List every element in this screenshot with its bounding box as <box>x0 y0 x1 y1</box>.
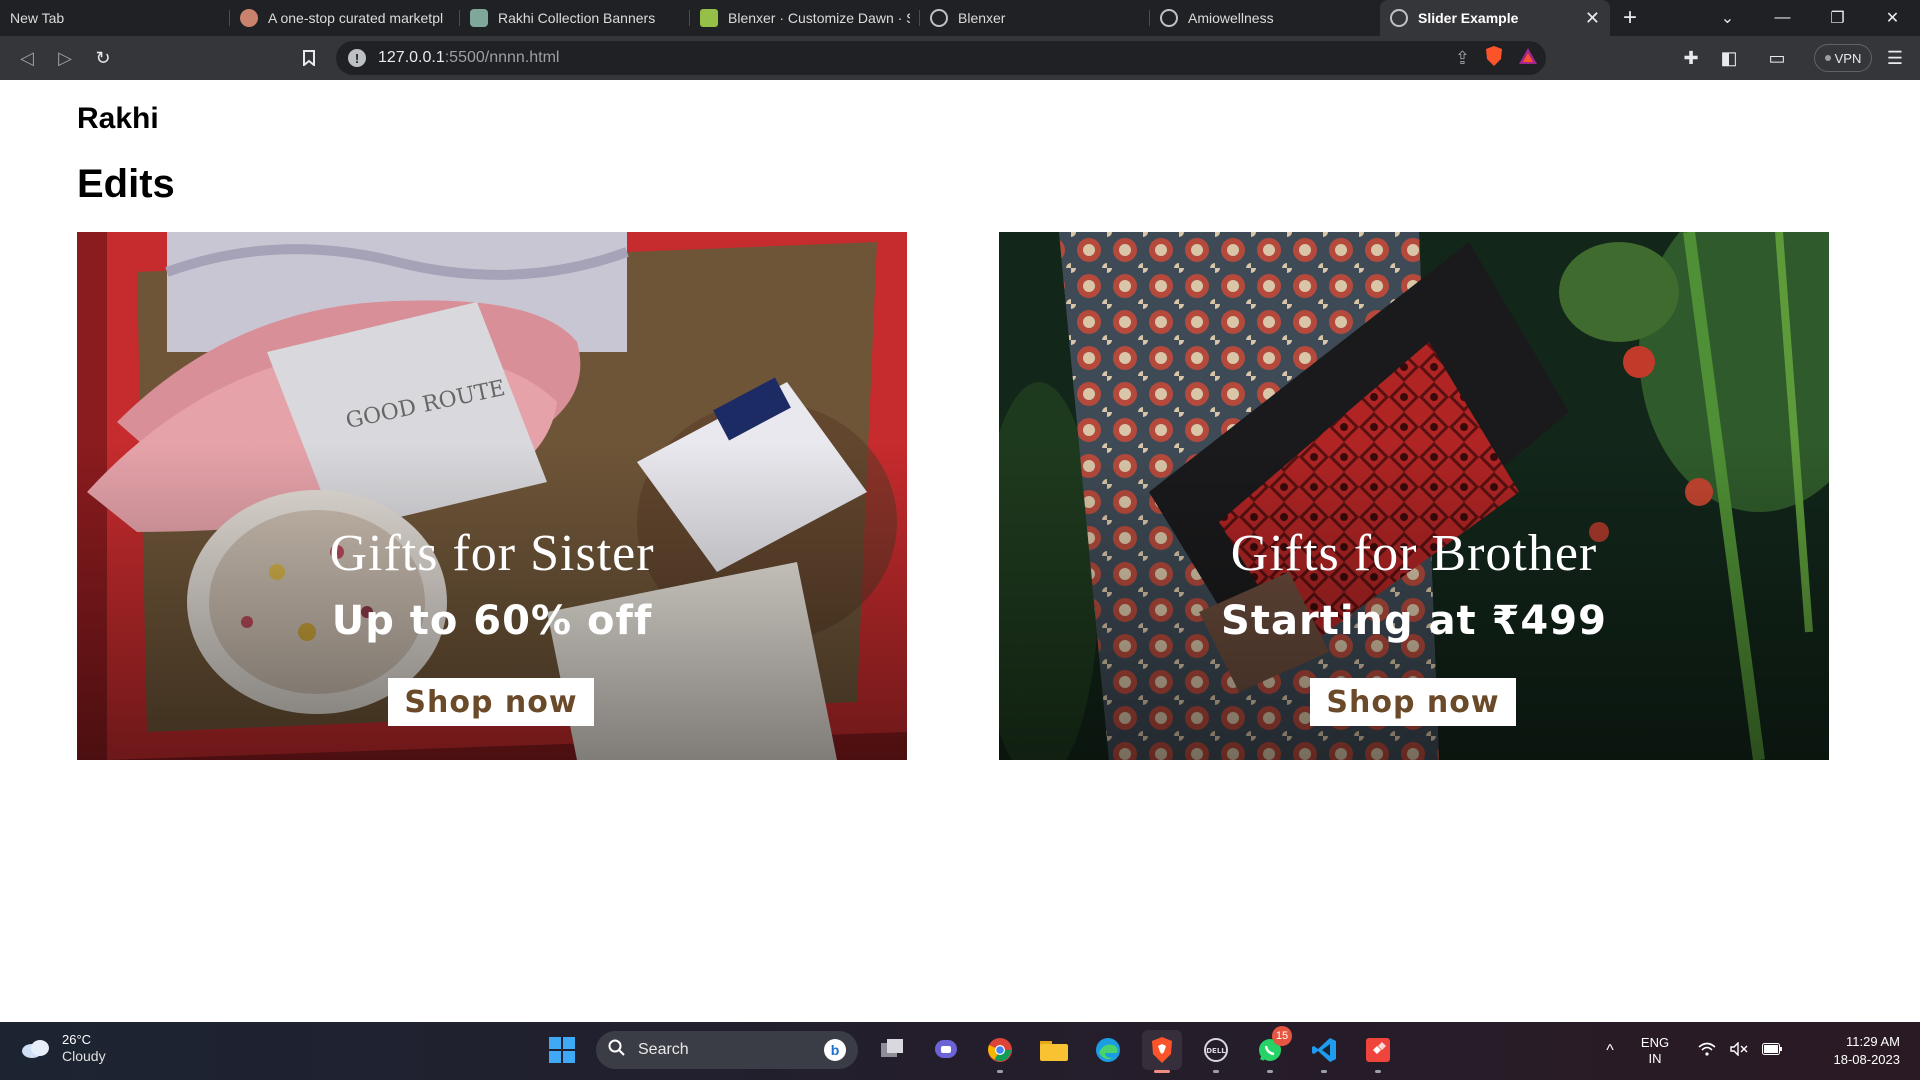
banner-gifts-sister[interactable]: GOOD ROUTE Gifts for Sister Up to 60% of… <box>77 232 907 760</box>
weather-condition: Cloudy <box>62 1048 106 1064</box>
language-indicator[interactable]: ENG IN <box>1630 1035 1680 1067</box>
tab-rakhi-banners[interactable]: Rakhi Collection Banners <box>460 0 690 36</box>
new-tab-button[interactable]: + <box>1610 0 1650 36</box>
weather-widget[interactable]: 26°C Cloudy <box>20 1032 106 1064</box>
forward-icon[interactable]: ▷ <box>46 40 84 76</box>
tab-amiowellness[interactable]: Amiowellness <box>1150 0 1380 36</box>
brave-rewards-icon[interactable] <box>1518 47 1538 70</box>
volume-muted-icon <box>1730 1041 1748 1060</box>
banner-heading: Gifts for Brother <box>1230 525 1598 582</box>
marketplace-favicon-icon <box>240 9 258 27</box>
vpn-label: VPN <box>1834 50 1862 66</box>
running-indicator <box>1213 1070 1219 1073</box>
page-content: Rakhi Edits GOOD ROUTE Gif <box>0 80 1920 1022</box>
taskbar-search[interactable]: Search b <box>596 1031 858 1069</box>
banner-subheading: Up to 60% off <box>331 598 653 644</box>
chrome-icon[interactable] <box>980 1030 1020 1073</box>
bing-icon[interactable]: b <box>824 1039 846 1061</box>
taskbar-apps: Search b DELL 15 <box>542 1026 1398 1073</box>
tab-search-chevron-icon[interactable]: ⌄ <box>1700 8 1755 28</box>
banner-subheading: Starting at ₹499 <box>1221 598 1607 644</box>
battery-icon <box>1762 1042 1782 1060</box>
restore-icon[interactable]: ❐ <box>1810 8 1865 28</box>
brave-shields-icon[interactable] <box>1484 45 1504 72</box>
running-indicator <box>1321 1070 1327 1073</box>
url-host: 127.0.0.1 <box>378 49 445 66</box>
clock-time: 11:29 AM <box>1846 1034 1900 1049</box>
edge-icon[interactable] <box>1088 1030 1128 1070</box>
windows-taskbar: 26°C Cloudy Search b DELL 15 ^ ENG IN 11… <box>0 1022 1920 1080</box>
shop-now-button[interactable]: Shop now <box>1310 678 1516 726</box>
task-view-icon[interactable] <box>872 1030 912 1070</box>
banner-heading: Gifts for Sister <box>329 525 655 582</box>
shop-now-button[interactable]: Shop now <box>388 678 594 726</box>
url-path: :5500/nnnn.html <box>444 49 560 66</box>
back-icon[interactable]: ◁ <box>8 40 46 76</box>
tab-marketplace[interactable]: A one-stop curated marketpl <box>230 0 460 36</box>
whatsapp-icon[interactable]: 15 <box>1250 1026 1292 1073</box>
reload-icon[interactable]: ↻ <box>84 40 122 76</box>
banner-gifts-brother[interactable]: Gifts for Brother Starting at ₹499 Shop … <box>999 232 1829 760</box>
brave-browser-icon[interactable] <box>1142 1030 1182 1073</box>
globe-icon <box>1160 9 1178 27</box>
search-icon <box>608 1039 626 1062</box>
browser-toolbar: ◁ ▷ ↻ ! 127.0.0.1:5500/nnnn.html ⇪ ✚ ◧ ▭… <box>0 36 1920 80</box>
tab-title: New Tab <box>10 10 65 26</box>
brand-title: Rakhi <box>77 102 159 135</box>
vpn-status-icon <box>1824 55 1831 61</box>
tab-new-tab[interactable]: New Tab <box>0 0 230 36</box>
system-tray: ^ ENG IN 11:29 AM 18-08-2023 <box>1590 1022 1920 1080</box>
tab-blenxer[interactable]: Blenxer <box>920 0 1150 36</box>
cloud-icon <box>22 1040 49 1058</box>
running-indicator <box>1154 1070 1170 1073</box>
wallet-icon[interactable]: ▭ <box>1758 40 1796 76</box>
running-indicator <box>1267 1070 1273 1073</box>
address-bar[interactable]: ! 127.0.0.1:5500/nnnn.html ⇪ <box>336 41 1546 75</box>
site-info-icon[interactable]: ! <box>348 49 366 67</box>
running-indicator <box>997 1070 1003 1073</box>
clock[interactable]: 11:29 AM 18-08-2023 <box>1800 1033 1901 1069</box>
file-explorer-icon[interactable] <box>1034 1030 1074 1070</box>
windows-start-icon[interactable] <box>542 1030 582 1070</box>
tab-slider-example[interactable]: Slider Example ✕ <box>1380 0 1610 36</box>
tab-title: A one-stop curated marketpl <box>268 10 444 26</box>
tab-title: Blenxer · Customize Dawn · S <box>728 10 910 26</box>
window-controls: ⌄ — ❐ ✕ <box>1700 0 1920 36</box>
language-code: ENG <box>1640 1035 1670 1050</box>
tab-blenxer-customize[interactable]: Blenxer · Customize Dawn · S <box>690 0 920 36</box>
globe-icon <box>1390 9 1408 27</box>
language-region: IN <box>1648 1051 1662 1066</box>
browser-tab-bar: New Tab A one-stop curated marketpl Rakh… <box>0 0 1920 36</box>
weather-temperature: 26°C <box>62 1032 92 1047</box>
vpn-button[interactable]: VPN <box>1814 44 1872 72</box>
search-label: Search <box>638 1041 689 1058</box>
section-title: Edits <box>77 162 175 206</box>
tab-title: Amiowellness <box>1188 10 1274 26</box>
quick-settings[interactable] <box>1698 1041 1782 1060</box>
menu-icon[interactable]: ☰ <box>1876 40 1914 76</box>
show-hidden-icons-icon[interactable]: ^ <box>1590 1042 1630 1060</box>
running-indicator <box>1375 1070 1381 1073</box>
tab-title: Rakhi Collection Banners <box>498 10 656 26</box>
sidebar-icon[interactable]: ◧ <box>1710 40 1748 76</box>
close-tab-icon[interactable]: ✕ <box>1585 8 1600 29</box>
chatgpt-favicon-icon <box>470 9 488 27</box>
close-window-icon[interactable]: ✕ <box>1865 8 1920 28</box>
shopify-favicon-icon <box>700 9 718 27</box>
clock-date: 18-08-2023 <box>1833 1052 1901 1067</box>
svg-text:DELL: DELL <box>1206 1047 1226 1055</box>
vscode-icon[interactable] <box>1304 1030 1344 1073</box>
share-icon[interactable]: ⇪ <box>1455 48 1470 69</box>
tab-title: Slider Example <box>1418 10 1519 26</box>
tab-title: Blenxer <box>958 10 1006 26</box>
wifi-icon <box>1698 1042 1716 1060</box>
notification-badge: 15 <box>1272 1026 1292 1046</box>
dell-icon[interactable]: DELL <box>1196 1030 1236 1073</box>
extensions-icon[interactable]: ✚ <box>1672 40 1710 76</box>
minimize-icon[interactable]: — <box>1755 9 1810 27</box>
teams-chat-icon[interactable] <box>926 1030 966 1070</box>
bookmark-icon[interactable] <box>290 40 328 76</box>
globe-icon <box>930 9 948 27</box>
anydesk-icon[interactable] <box>1358 1030 1398 1073</box>
